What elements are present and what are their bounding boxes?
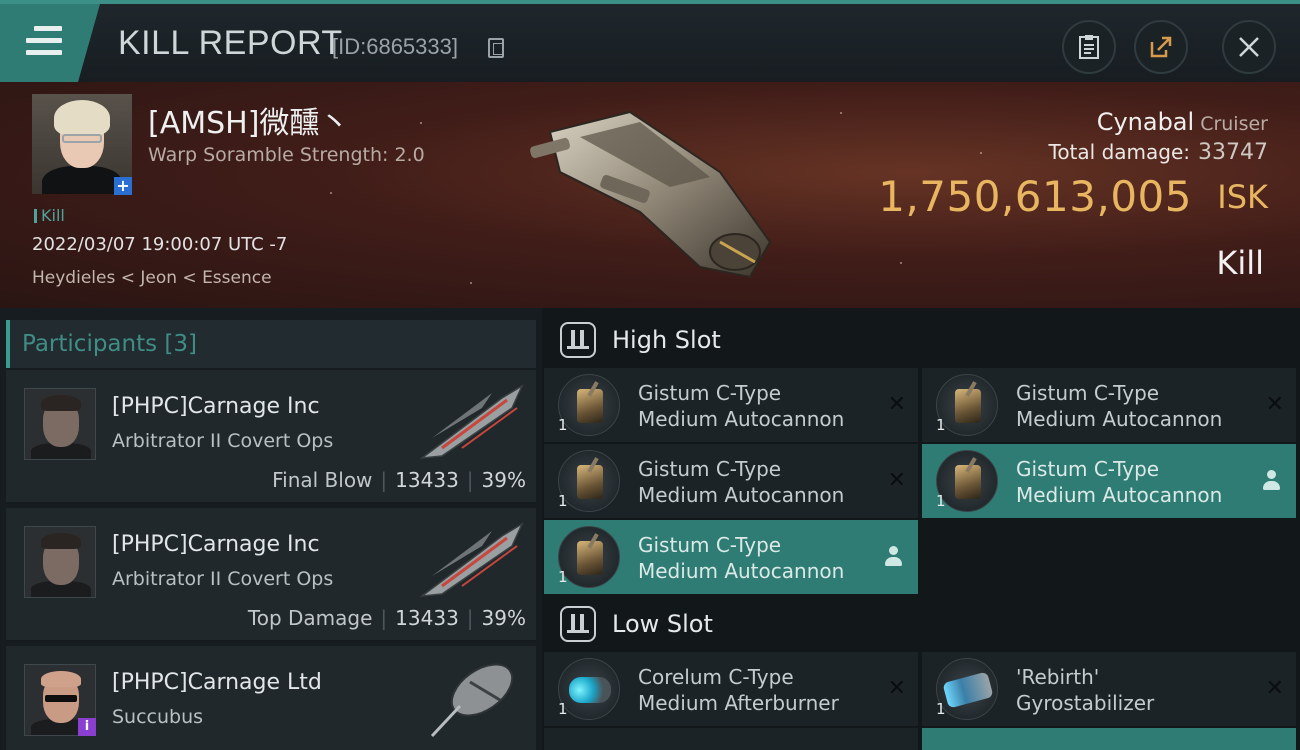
participant-avatar[interactable]: [24, 388, 96, 460]
dropped-person-icon: [1262, 470, 1282, 492]
participants-count: [3]: [164, 331, 198, 357]
module-qty: 1: [936, 700, 946, 718]
kill-result: Kill: [1216, 244, 1264, 282]
participant-role: Final Blow: [272, 468, 373, 492]
module-item[interactable]: 1 Gistum C-Type Medium Autocannon ✕: [544, 368, 918, 442]
participants-panel: Participants [3] [PHPC]Carnage Inc Arbit…: [0, 308, 542, 750]
add-contact-icon[interactable]: +: [114, 177, 132, 195]
module-qty: 1: [936, 492, 946, 510]
isk-value: 1,750,613,005: [878, 172, 1192, 221]
info-icon[interactable]: i: [78, 718, 96, 736]
kill-tag: Kill: [34, 206, 65, 225]
module-name: Gistum C-Type Medium Autocannon: [638, 457, 845, 507]
participant-ship-image: [430, 663, 514, 738]
module-item[interactable]: 1 Gistum C-Type Medium Autocannon: [922, 444, 1296, 518]
victim-ship-name[interactable]: Cynabal Cruiser: [1097, 108, 1268, 136]
module-name: Gistum C-Type Medium Autocannon: [1016, 457, 1223, 507]
title-bar: KILL REPORT [ID:6865333]: [0, 0, 1300, 82]
participant-damage: 13433: [395, 468, 459, 492]
participant-ship: Arbitrator II Covert Ops: [112, 430, 334, 452]
module-item[interactable]: 1 Gistum C-Type Medium Autocannon: [544, 520, 918, 594]
module-name: Corelum C-Type Medium Afterburner: [638, 665, 839, 715]
clipboard-button[interactable]: [1062, 20, 1116, 74]
high-slot-icon: [560, 322, 596, 358]
clipboard-icon: [1079, 35, 1099, 59]
share-icon: [1150, 36, 1172, 58]
module-qty: 1: [558, 492, 568, 510]
module-qty: 1: [558, 416, 568, 434]
victim-name[interactable]: [AMSH]微醺丶: [148, 98, 349, 142]
module-item[interactable]: 1 Gistum C-Type Medium Autocannon ✕: [544, 444, 918, 518]
participant-ship: Arbitrator II Covert Ops: [112, 568, 334, 590]
module-qty: 1: [936, 416, 946, 434]
close-icon: [1239, 37, 1259, 57]
participant-name: [PHPC]Carnage Inc: [112, 532, 320, 557]
kill-location[interactable]: Heydieles < Jeon < Essence: [32, 268, 272, 288]
participant-ship-image: [419, 522, 524, 598]
module-item[interactable]: 1 Corelum C-Type Medium Afterburner ✕: [544, 652, 918, 726]
participant-damage: 13433: [395, 606, 459, 630]
total-damage-value: 33747: [1198, 140, 1268, 165]
participant-row[interactable]: [PHPC]Carnage Inc Arbitrator II Covert O…: [6, 508, 536, 642]
victim-ship-image[interactable]: [520, 92, 780, 292]
destroyed-icon: ✕: [1265, 392, 1284, 417]
participant-stats: Top Damage | 13433 | 39%: [247, 606, 526, 630]
dropped-person-icon: [884, 546, 904, 568]
participants-header: Participants [3]: [6, 320, 536, 368]
low-slot-title: Low Slot: [612, 610, 713, 638]
participant-row[interactable]: [PHPC]Carnage Inc Arbitrator II Covert O…: [6, 370, 536, 504]
total-damage-label: Total damage:: [1048, 140, 1191, 164]
participant-row[interactable]: i [PHPC]Carnage Ltd Succubus: [6, 646, 536, 750]
module-item[interactable]: 1 'Rebirth' Gyrostabilizer ✕: [922, 652, 1296, 726]
total-damage: Total damage: 33747: [1049, 140, 1269, 165]
module-qty: 1: [558, 568, 568, 586]
low-slot-icon: [560, 606, 596, 642]
participant-name: [PHPC]Carnage Inc: [112, 394, 320, 419]
high-slot-title: High Slot: [612, 326, 721, 354]
warp-scramble-strength: Warp Soramble Strength: 2.0: [148, 144, 425, 166]
destroyed-icon: ✕: [887, 468, 906, 493]
page-title: KILL REPORT: [118, 24, 343, 62]
isk-unit: ISK: [1217, 178, 1268, 216]
participant-name: [PHPC]Carnage Ltd: [112, 670, 322, 695]
close-button[interactable]: [1222, 20, 1276, 74]
module-item-partial[interactable]: [922, 728, 1296, 750]
participant-role: Top Damage: [247, 606, 373, 630]
participant-ship-image: [419, 384, 524, 460]
ship-name: Cynabal: [1096, 108, 1195, 136]
participant-ship: Succubus: [112, 706, 204, 728]
victim-banner: + [AMSH]微醺丶 Warp Soramble Strength: 2.0 …: [0, 82, 1300, 308]
module-item[interactable]: 1 Gistum C-Type Medium Autocannon ✕: [922, 368, 1296, 442]
low-slot-header: Low Slot: [542, 592, 1300, 656]
share-button[interactable]: [1134, 20, 1188, 74]
module-name: 'Rebirth' Gyrostabilizer: [1016, 665, 1155, 715]
high-slot-header: High Slot: [542, 308, 1300, 372]
module-name: Gistum C-Type Medium Autocannon: [638, 533, 845, 583]
kill-datetime: 2022/03/07 19:00:07 UTC -7: [32, 234, 288, 255]
module-name: Gistum C-Type Medium Autocannon: [638, 381, 845, 431]
destroyed-icon: ✕: [887, 392, 906, 417]
participant-stats: Final Blow | 13433 | 39%: [272, 468, 526, 492]
menu-button[interactable]: [0, 4, 100, 82]
participant-percent: 39%: [481, 468, 526, 492]
module-item-partial[interactable]: [544, 728, 918, 750]
copy-icon[interactable]: [488, 38, 504, 58]
report-id: [ID:6865333]: [332, 34, 458, 59]
participant-percent: 39%: [481, 606, 526, 630]
destroyed-icon: ✕: [1265, 676, 1284, 701]
participants-label: Participants: [22, 331, 158, 357]
module-qty: 1: [558, 700, 568, 718]
fitting-panel: High Slot 1 Gistum C-Type Medium Autocann…: [542, 308, 1300, 750]
ship-class: Cruiser: [1200, 113, 1268, 135]
participant-avatar[interactable]: [24, 526, 96, 598]
module-name: Gistum C-Type Medium Autocannon: [1016, 381, 1223, 431]
destroyed-icon: ✕: [887, 676, 906, 701]
hamburger-menu-icon: [26, 26, 62, 56]
